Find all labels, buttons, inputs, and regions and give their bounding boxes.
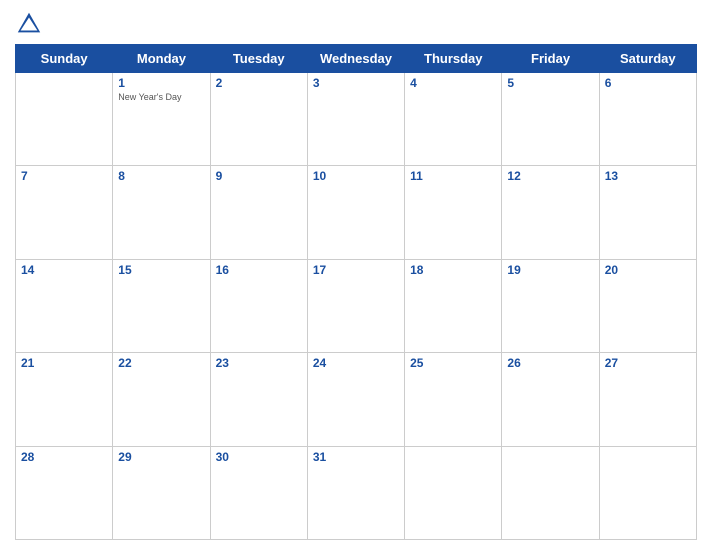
calendar-cell: 18 — [405, 259, 502, 352]
week-row-1: 1 New Year's Day 23456 — [16, 73, 697, 166]
day-header-saturday: Saturday — [599, 45, 696, 73]
logo-icon — [15, 10, 43, 38]
calendar-cell: 13 — [599, 166, 696, 259]
calendar-cell: 24 — [307, 353, 404, 446]
day-number: 7 — [21, 169, 107, 183]
calendar-cell: 10 — [307, 166, 404, 259]
calendar-cell: 20 — [599, 259, 696, 352]
day-number: 22 — [118, 356, 204, 370]
calendar-cell: 14 — [16, 259, 113, 352]
week-row-2: 789 10 11 12 13 — [16, 166, 697, 259]
day-number: 3 — [313, 76, 399, 90]
calendar-cell: 12 — [502, 166, 599, 259]
logo — [15, 10, 47, 38]
calendar-cell: 27 — [599, 353, 696, 446]
calendar-cell: 19 — [502, 259, 599, 352]
day-number: 6 — [605, 76, 691, 90]
calendar-cell: 31 — [307, 446, 404, 539]
day-number: 24 — [313, 356, 399, 370]
calendar-cell: 15 — [113, 259, 210, 352]
day-header-tuesday: Tuesday — [210, 45, 307, 73]
week-row-5: 28 29 30 31 — [16, 446, 697, 539]
calendar-cell — [405, 446, 502, 539]
calendar-cell: 6 — [599, 73, 696, 166]
day-number: 14 — [21, 263, 107, 277]
calendar-cell: 3 — [307, 73, 404, 166]
holiday-label: New Year's Day — [118, 92, 204, 102]
day-number: 25 — [410, 356, 496, 370]
day-number: 28 — [21, 450, 107, 464]
day-number: 12 — [507, 169, 593, 183]
calendar-cell: 22 — [113, 353, 210, 446]
calendar-cell: 28 — [16, 446, 113, 539]
day-number: 15 — [118, 263, 204, 277]
calendar-cell: 29 — [113, 446, 210, 539]
calendar-cell: 1 New Year's Day — [113, 73, 210, 166]
day-header-monday: Monday — [113, 45, 210, 73]
day-number: 26 — [507, 356, 593, 370]
day-number: 23 — [216, 356, 302, 370]
calendar-cell: 4 — [405, 73, 502, 166]
day-number: 9 — [216, 169, 302, 183]
calendar-cell: 17 — [307, 259, 404, 352]
day-header-wednesday: Wednesday — [307, 45, 404, 73]
calendar-cell — [502, 446, 599, 539]
calendar-cell — [599, 446, 696, 539]
day-number: 13 — [605, 169, 691, 183]
calendar-cell: 8 — [113, 166, 210, 259]
day-number: 10 — [313, 169, 399, 183]
calendar-cell: 23 — [210, 353, 307, 446]
day-number: 5 — [507, 76, 593, 90]
calendar-cell: 26 — [502, 353, 599, 446]
day-number: 1 — [118, 76, 204, 90]
day-number: 8 — [118, 169, 204, 183]
day-number: 16 — [216, 263, 302, 277]
day-header-friday: Friday — [502, 45, 599, 73]
day-number: 29 — [118, 450, 204, 464]
calendar-cell: 25 — [405, 353, 502, 446]
calendar-cell: 30 — [210, 446, 307, 539]
calendar-cell: 21 — [16, 353, 113, 446]
calendar-cell: 7 — [16, 166, 113, 259]
day-header-row: SundayMondayTuesdayWednesdayThursdayFrid… — [16, 45, 697, 73]
day-number: 31 — [313, 450, 399, 464]
day-number: 27 — [605, 356, 691, 370]
calendar-table: SundayMondayTuesdayWednesdayThursdayFrid… — [15, 44, 697, 540]
calendar-cell: 16 — [210, 259, 307, 352]
day-number: 17 — [313, 263, 399, 277]
calendar-cell: 9 — [210, 166, 307, 259]
day-header-thursday: Thursday — [405, 45, 502, 73]
day-number: 11 — [410, 169, 496, 183]
day-number: 4 — [410, 76, 496, 90]
calendar-cell: 5 — [502, 73, 599, 166]
week-row-4: 21 22 23 24 25 26 27 — [16, 353, 697, 446]
calendar-cell: 2 — [210, 73, 307, 166]
day-number: 21 — [21, 356, 107, 370]
day-number: 18 — [410, 263, 496, 277]
calendar-cell — [16, 73, 113, 166]
calendar-cell: 11 — [405, 166, 502, 259]
day-header-sunday: Sunday — [16, 45, 113, 73]
calendar-header — [15, 10, 697, 38]
day-number: 20 — [605, 263, 691, 277]
day-number: 19 — [507, 263, 593, 277]
day-number: 30 — [216, 450, 302, 464]
day-number: 2 — [216, 76, 302, 90]
week-row-3: 14 15 16 17 18 19 20 — [16, 259, 697, 352]
